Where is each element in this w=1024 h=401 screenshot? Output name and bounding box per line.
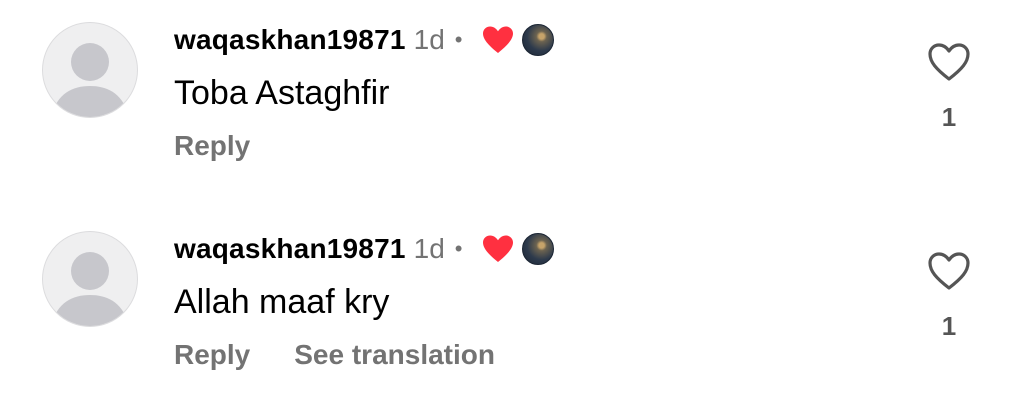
comment-actions: Reply [174,130,250,162]
reply-button[interactable]: Reply [174,130,250,162]
creator-liked-heart-icon [483,26,514,53]
creator-avatar-icon [522,24,555,56]
user-avatar[interactable] [42,22,138,118]
like-control: 1 [926,251,972,342]
comment-meta: waqaskhan19871 1d • [174,22,555,58]
meta-separator: • [454,236,463,261]
default-person-avatar-icon [51,252,129,326]
like-control: 1 [926,42,972,133]
comment-username[interactable]: waqaskhan19871 [174,24,406,56]
comment-item: waqaskhan19871 1d • Allah maaf kry Reply… [0,209,1024,389]
comment-text: Toba Astaghfir [174,74,390,112]
default-person-avatar-icon [51,43,129,117]
comment-actions: Reply See translation [174,339,495,371]
reply-button[interactable]: Reply [174,339,250,371]
comment-meta: waqaskhan19871 1d • [174,231,555,267]
comment-text: Allah maaf kry [174,283,390,321]
outline-heart-icon[interactable] [927,251,971,291]
comment-username[interactable]: waqaskhan19871 [174,233,406,265]
like-count: 1 [941,311,957,341]
creator-avatar-icon [522,233,555,265]
like-count: 1 [941,102,957,132]
meta-separator: • [454,27,463,52]
comment-item: waqaskhan19871 1d • Toba Astaghfir Reply… [0,0,1024,180]
see-translation-button[interactable]: See translation [294,339,495,371]
comment-time: 1d [413,233,445,264]
creator-liked-heart-icon [483,235,514,262]
comment-time: 1d [413,24,445,55]
outline-heart-icon[interactable] [927,42,971,82]
user-avatar[interactable] [42,231,138,327]
